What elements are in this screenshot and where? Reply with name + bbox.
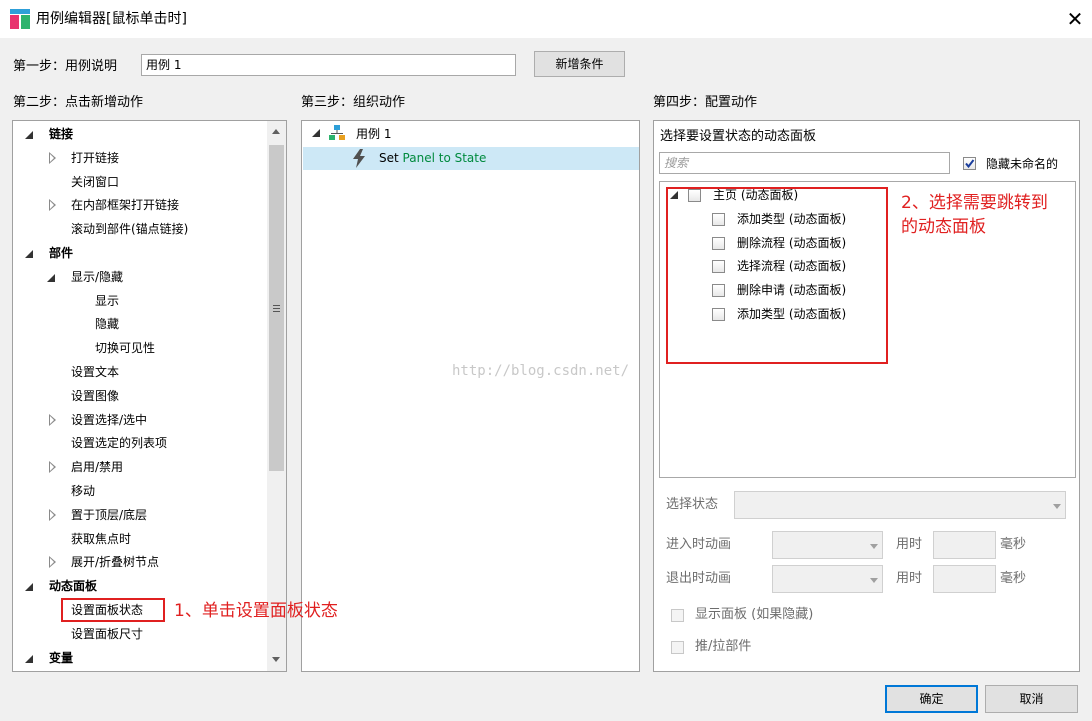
action-item[interactable]: 设置面板尺寸	[71, 623, 143, 645]
action-category[interactable]: 部件	[49, 242, 73, 264]
annotation-2: 2、选择需要跳转到 的动态面板	[901, 191, 1048, 239]
chevron-down-icon	[870, 578, 878, 583]
exit-duration-input[interactable]	[933, 565, 996, 593]
action-item[interactable]: 展开/折叠树节点	[71, 551, 159, 573]
action-item[interactable]: 在内部框架打开链接	[71, 194, 179, 216]
expanded-arrow-icon[interactable]	[25, 250, 33, 258]
scroll-down-icon[interactable]	[272, 657, 280, 662]
cancel-button[interactable]: 取消	[985, 685, 1078, 713]
enter-duration-label: 用时	[896, 537, 923, 552]
search-input[interactable]: 搜索	[659, 152, 950, 174]
lightning-icon	[353, 149, 365, 168]
step3-label: 第三步：组织动作	[301, 95, 406, 110]
step1-label: 第一步：用例说明	[13, 59, 118, 74]
exit-anim-dropdown[interactable]	[772, 565, 883, 593]
selected-action-row[interactable]: Set Panel to State	[303, 147, 639, 170]
enter-anim-dropdown[interactable]	[772, 531, 883, 559]
watermark: http://blog.csdn.net/	[452, 363, 630, 379]
push-pull-checkbox[interactable]	[671, 641, 684, 654]
expanded-arrow-icon[interactable]	[47, 273, 55, 282]
enter-anim-label: 进入时动画	[666, 537, 732, 552]
action-item[interactable]: 滚动到部件(锚点链接)	[71, 218, 188, 240]
push-pull-label: 推/拉部件	[695, 639, 752, 654]
action-tree: 链接 打开链接 关闭窗口 在内部框架打开链接 滚动到部件(锚点链接) 部件 显示/隐藏 显示隐…	[13, 121, 267, 671]
organize-actions-panel: 用例 1 Set Panel to State	[301, 120, 640, 672]
select-state-label: 选择状态	[666, 497, 719, 512]
app-icon	[10, 9, 30, 29]
action-target: Panel to State	[402, 151, 487, 165]
action-tree-panel: 链接 打开链接 关闭窗口 在内部框架打开链接 滚动到部件(锚点链接) 部件 显示/隐藏 显示隐…	[12, 120, 287, 672]
hide-unnamed-checkbox[interactable]	[963, 157, 976, 170]
scroll-thumb[interactable]	[269, 145, 284, 471]
scroll-up-icon[interactable]	[272, 129, 280, 134]
action-item[interactable]: 置于顶层/底层	[71, 504, 147, 526]
case-name-input[interactable]: 用例 1	[141, 54, 516, 76]
action-tree-scrollbar[interactable]	[267, 121, 286, 671]
case-tree-icon	[329, 125, 345, 140]
action-item[interactable]: 设置文本	[71, 361, 119, 383]
annotation-box-1	[61, 598, 165, 622]
show-panel-checkbox[interactable]	[671, 609, 684, 622]
collapsed-arrow-icon[interactable]	[49, 151, 56, 164]
annotation-2-line1: 2、选择需要跳转到	[901, 193, 1048, 213]
action-item[interactable]: 移动	[71, 480, 95, 502]
action-item[interactable]: 显示	[95, 290, 119, 312]
action-prefix: Set	[379, 151, 399, 165]
close-icon: ✕	[1066, 7, 1084, 31]
chevron-down-icon	[1053, 504, 1061, 509]
action-item[interactable]: 启用/禁用	[71, 456, 123, 478]
action-category[interactable]: 动态面板	[49, 575, 97, 597]
section-title: 选择要设置状态的动态面板	[660, 129, 817, 144]
close-button[interactable]: ✕	[1060, 4, 1090, 34]
collapsed-arrow-icon[interactable]	[49, 413, 56, 426]
action-item[interactable]: 设置选定的列表项	[71, 432, 167, 454]
chevron-down-icon	[870, 544, 878, 549]
action-item[interactable]: 获取焦点时	[71, 528, 131, 550]
expanded-arrow-icon[interactable]	[25, 583, 33, 592]
enter-ms-label: 毫秒	[1000, 537, 1027, 552]
exit-anim-label: 退出时动画	[666, 571, 732, 586]
action-item[interactable]: 关闭窗口	[71, 171, 119, 193]
action-category[interactable]: 链接	[49, 123, 73, 145]
annotation-1: 1、单击设置面板状态	[174, 601, 338, 621]
action-item[interactable]: 打开链接	[71, 147, 119, 169]
expanded-arrow-icon[interactable]	[25, 654, 33, 663]
collapsed-arrow-icon[interactable]	[49, 199, 56, 212]
add-condition-button[interactable]: 新增条件	[534, 51, 625, 77]
exit-duration-label: 用时	[896, 571, 923, 586]
enter-duration-input[interactable]	[933, 531, 996, 559]
collapsed-arrow-icon[interactable]	[49, 461, 56, 474]
select-state-dropdown[interactable]	[734, 491, 1066, 519]
action-item[interactable]: 隐藏	[95, 313, 119, 335]
case-item[interactable]: 用例 1	[356, 123, 391, 145]
action-category[interactable]: 变量	[49, 647, 73, 669]
action-item[interactable]: 显示/隐藏	[71, 266, 123, 288]
ok-button[interactable]: 确定	[885, 685, 978, 713]
step4-label: 第四步：配置动作	[653, 95, 758, 110]
checkmark-icon	[965, 159, 975, 169]
action-item[interactable]: 设置选择/选中	[71, 409, 147, 431]
expanded-arrow-icon[interactable]	[25, 131, 33, 139]
expanded-arrow-icon[interactable]	[312, 129, 320, 137]
collapsed-arrow-icon[interactable]	[49, 556, 56, 569]
exit-ms-label: 毫秒	[1000, 571, 1027, 586]
action-item[interactable]: 设置图像	[71, 385, 119, 407]
collapsed-arrow-icon[interactable]	[49, 508, 56, 521]
window-title: 用例编辑器[鼠标单击时]	[36, 11, 187, 27]
annotation-box-2	[666, 187, 888, 364]
step2-label: 第二步：点击新增动作	[13, 95, 144, 110]
annotation-2-line2: 的动态面板	[901, 217, 986, 237]
action-item[interactable]: 切换可见性	[95, 337, 155, 359]
hide-unnamed-label: 隐藏未命名的	[986, 157, 1059, 171]
show-panel-label: 显示面板 (如果隐藏)	[695, 607, 814, 622]
